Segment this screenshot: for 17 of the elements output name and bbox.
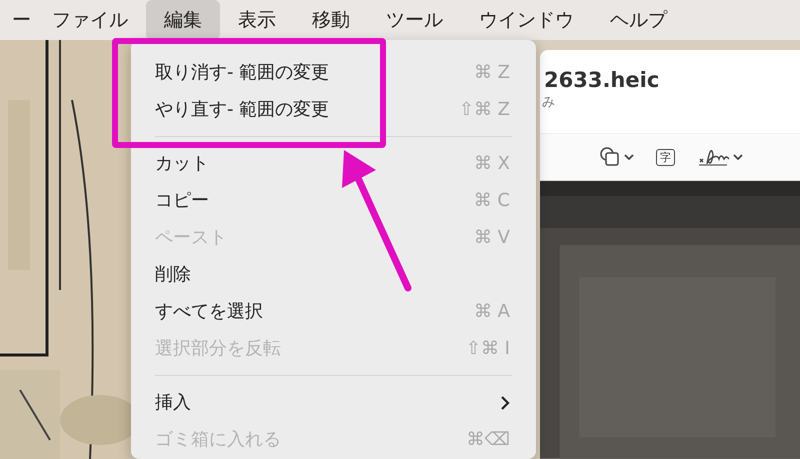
window-title: 2633.heic	[543, 67, 660, 94]
menu-bar-item[interactable]: 表示	[220, 0, 294, 40]
menu-bar-item[interactable]: ウインドウ	[461, 0, 592, 40]
menu-bar-item[interactable]: ツール	[368, 0, 461, 40]
chevron-down-icon	[624, 153, 634, 162]
text-recognition-button[interactable]: 字	[656, 148, 675, 166]
menu-bar-item[interactable]: 編集	[146, 0, 220, 40]
menu-bar-item[interactable]: ヘルプ	[592, 0, 685, 40]
chevron-down-icon	[733, 153, 743, 162]
menu-bar-item[interactable]: 移動	[294, 0, 368, 40]
window-subtitle: み	[542, 95, 555, 110]
app-menu[interactable]: ー	[0, 0, 34, 40]
shapes-icon	[600, 147, 622, 168]
shapes-button[interactable]	[600, 147, 634, 168]
signature-button[interactable]	[697, 147, 743, 168]
menu-bar-item[interactable]: ファイル	[34, 0, 146, 40]
signature-icon	[697, 147, 731, 168]
